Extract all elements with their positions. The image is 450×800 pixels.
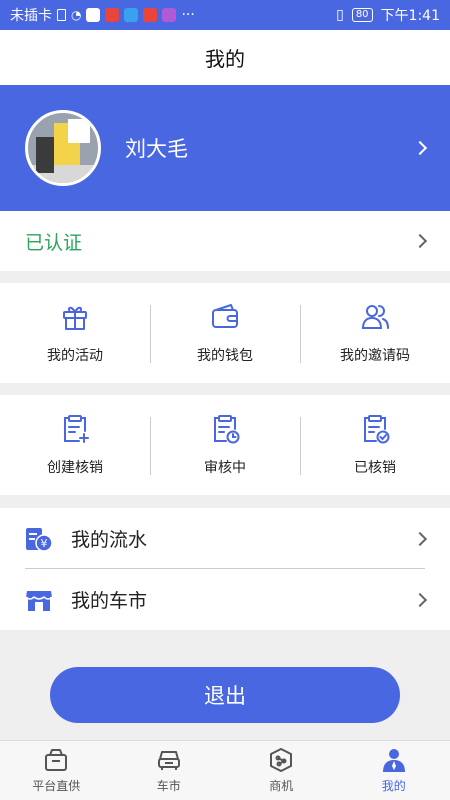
my-car-market-row[interactable]: 我的车市 xyxy=(0,569,450,630)
tab-mine[interactable]: 我的 xyxy=(338,741,450,800)
chevron-right-icon xyxy=(412,140,428,156)
battery-icon: 80 xyxy=(351,8,373,22)
clock-text: 下午1:41 xyxy=(380,8,440,24)
my-transactions-row[interactable]: ¥ 我的流水 xyxy=(0,508,450,569)
verification-grid: 创建核销 审核中 已核销 xyxy=(0,395,450,495)
map-app-icon xyxy=(86,8,101,22)
wallet-icon xyxy=(212,304,238,328)
under-review-button[interactable]: 审核中 xyxy=(150,395,300,495)
my-wallet-button[interactable]: 我的钱包 xyxy=(150,283,300,383)
bottom-tab-bar: 平台直供 车市 商机 我的 xyxy=(0,740,450,800)
my-invite-code-label: 我的邀请码 xyxy=(340,348,410,364)
clipboard-clock-icon xyxy=(214,415,240,444)
chevron-right-icon xyxy=(412,592,428,607)
wifi-icon: ◔ xyxy=(71,8,82,22)
profile-name: 刘大毛 xyxy=(125,137,188,161)
verified-label: 已认证 xyxy=(25,231,83,254)
calendar-app-icon xyxy=(105,8,120,22)
store-icon xyxy=(25,590,53,611)
account-grid: 我的活动 我的钱包 我的邀请码 xyxy=(0,283,450,383)
create-verification-button[interactable]: 创建核销 xyxy=(0,395,150,495)
my-invite-code-button[interactable]: 我的邀请码 xyxy=(300,283,450,383)
tab-business-opportunities-label: 商机 xyxy=(269,779,294,793)
menu-list: ¥ 我的流水 我的车市 xyxy=(0,508,450,630)
tab-platform-supply-label: 平台直供 xyxy=(32,779,81,793)
ledger-yen-icon: ¥ xyxy=(26,527,53,552)
person-icon xyxy=(382,749,405,772)
page-title: 我的 xyxy=(205,47,245,71)
create-verification-label: 创建核销 xyxy=(47,460,103,476)
chevron-right-icon xyxy=(412,233,428,249)
profile-card[interactable]: 刘大毛 xyxy=(0,85,450,211)
tab-car-market-label: 车市 xyxy=(156,779,181,793)
page-title-bar: 我的 xyxy=(0,30,450,85)
sim-icon xyxy=(57,9,66,21)
avatar[interactable] xyxy=(25,110,101,186)
my-activities-label: 我的活动 xyxy=(47,348,103,364)
shopping-app-icon xyxy=(143,8,158,22)
chevron-right-icon xyxy=(412,531,428,546)
tab-business-opportunities[interactable]: 商机 xyxy=(225,741,338,800)
car-icon xyxy=(157,751,180,770)
box-icon xyxy=(45,749,68,771)
tab-car-market[interactable]: 车市 xyxy=(113,741,226,800)
tab-platform-supply[interactable]: 平台直供 xyxy=(0,741,113,800)
carrier-text: 未插卡 xyxy=(10,8,52,24)
svg-text:¥: ¥ xyxy=(41,537,48,550)
vibrate-icon: ▯ xyxy=(336,7,344,23)
clipboard-add-icon xyxy=(64,415,89,443)
my-transactions-label: 我的流水 xyxy=(71,529,148,551)
my-wallet-label: 我的钱包 xyxy=(197,348,253,364)
users-icon xyxy=(361,305,389,329)
my-activities-button[interactable]: 我的活动 xyxy=(0,283,150,383)
tab-mine-label: 我的 xyxy=(381,779,406,793)
more-notifications-icon: ··· xyxy=(181,7,195,23)
sale-app-icon xyxy=(162,8,177,22)
cube-share-icon xyxy=(270,748,293,772)
status-bar: 未插卡 ◔ ··· ▯ 80 下午1:41 xyxy=(0,0,450,30)
verification-status-row[interactable]: 已认证 xyxy=(0,211,450,271)
verified-orders-button[interactable]: 已核销 xyxy=(300,395,450,495)
browser-app-icon xyxy=(124,8,139,22)
gift-icon xyxy=(63,306,87,330)
my-car-market-label: 我的车市 xyxy=(71,590,148,612)
logout-button[interactable]: 退出 xyxy=(50,667,400,723)
under-review-label: 审核中 xyxy=(204,460,246,476)
verified-orders-label: 已核销 xyxy=(354,460,396,476)
clipboard-check-icon xyxy=(364,415,390,444)
